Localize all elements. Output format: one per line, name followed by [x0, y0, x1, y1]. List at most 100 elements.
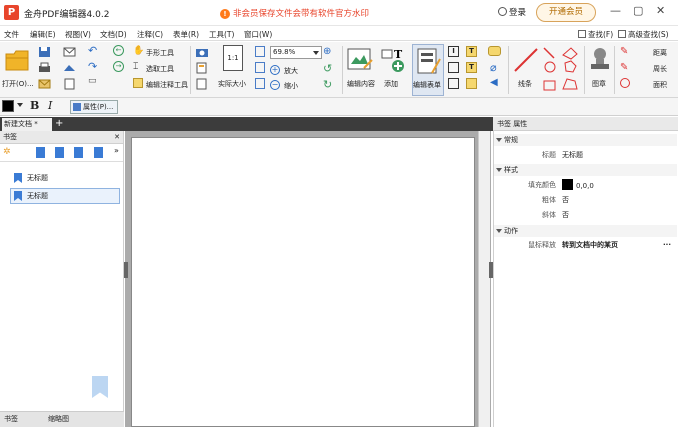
forward-icon[interactable]: →: [113, 61, 124, 72]
add-bookmark-icon[interactable]: [74, 147, 83, 158]
perimeter-button[interactable]: 周长: [653, 64, 667, 74]
distance-button[interactable]: 距离: [653, 48, 667, 58]
prop-mouse-up-row[interactable]: 鼠标释放 转到文档中的某页 ···: [494, 239, 677, 252]
page-layout-icon[interactable]: [195, 62, 209, 74]
area-button[interactable]: 面积: [653, 80, 667, 90]
more-options-button[interactable]: ···: [663, 239, 671, 252]
more-icon[interactable]: »: [114, 146, 119, 155]
menu-form[interactable]: 表单(R): [173, 29, 199, 40]
select-tool-button[interactable]: 选取工具: [146, 64, 174, 74]
maximize-button[interactable]: ▢: [633, 4, 643, 17]
callout-icon[interactable]: [466, 78, 477, 89]
section-action[interactable]: 动作: [494, 225, 677, 237]
actual-size-icon[interactable]: 1:1: [223, 45, 243, 71]
menu-view[interactable]: 视图(V): [65, 29, 91, 40]
shapes-icons[interactable]: [541, 45, 581, 95]
add-tab-button[interactable]: +: [55, 117, 63, 130]
stamp-icon[interactable]: [588, 46, 612, 74]
prop-italic-row[interactable]: 斜体否: [494, 209, 677, 222]
add-icon[interactable]: T: [380, 46, 408, 74]
menu-window[interactable]: 窗口(W): [244, 29, 272, 40]
page-view-icon[interactable]: [195, 78, 209, 90]
new-child-bookmark-icon[interactable]: [55, 147, 64, 158]
add-button[interactable]: 添加: [384, 79, 398, 89]
open-label[interactable]: 打开(O)...: [2, 79, 34, 89]
prop-fill-color-row[interactable]: 填充颜色 0,0,0: [494, 179, 677, 192]
combo-box-icon[interactable]: [448, 78, 459, 89]
edit-content-button[interactable]: 编辑内容: [347, 79, 375, 89]
envelope-icon[interactable]: [63, 46, 77, 58]
open-folder-icon[interactable]: [4, 46, 30, 74]
lines-icon[interactable]: [512, 46, 540, 74]
zoom-out-icon[interactable]: −: [270, 80, 280, 90]
close-window-button[interactable]: ✕: [656, 4, 665, 17]
left-splitter-handle[interactable]: [124, 262, 128, 278]
document-tab[interactable]: 新建文档 *: [2, 118, 52, 131]
note-icon[interactable]: [488, 46, 501, 56]
area-icon[interactable]: [620, 78, 630, 88]
edit-annotation-tool-button[interactable]: 编辑注释工具: [146, 80, 188, 90]
bookmark-item[interactable]: 无标题: [10, 170, 54, 186]
fit-visible-icon[interactable]: [255, 78, 265, 89]
magnifier-icon[interactable]: ⊕: [323, 46, 331, 57]
stamp-button[interactable]: 图章: [592, 79, 606, 89]
back-icon[interactable]: ←: [113, 45, 124, 56]
hand-tool-button[interactable]: 手形工具: [146, 48, 174, 58]
rotate-left-icon[interactable]: ↺: [323, 62, 332, 75]
section-style[interactable]: 样式: [494, 164, 677, 176]
tab-bookmarks[interactable]: 书签: [4, 414, 18, 424]
edit-form-button[interactable]: 编辑表单: [412, 44, 444, 96]
page-nav-icon[interactable]: ▭: [88, 76, 97, 86]
save-icon[interactable]: [38, 46, 52, 58]
new-bookmark-icon[interactable]: [36, 147, 45, 158]
gear-icon[interactable]: ✲: [3, 147, 11, 157]
delete-bookmark-icon[interactable]: [94, 147, 103, 158]
fit-width-icon[interactable]: [255, 62, 265, 73]
actual-size-button[interactable]: 实际大小: [218, 79, 246, 89]
hand-tool-icon[interactable]: ✋: [133, 46, 144, 56]
zoom-in-button[interactable]: 放大: [284, 66, 298, 76]
scan-icon[interactable]: [63, 62, 77, 74]
email-icon[interactable]: [38, 78, 52, 90]
select-tool-icon[interactable]: ⌶: [133, 62, 138, 72]
menu-comment[interactable]: 注释(C): [137, 29, 163, 40]
vertical-scrollbar[interactable]: [478, 131, 490, 427]
edit-content-icon[interactable]: [346, 46, 374, 74]
typewriter-icon[interactable]: T: [466, 46, 477, 57]
tab-thumbnails[interactable]: 缩略图: [48, 414, 69, 424]
italic-button[interactable]: I: [48, 99, 52, 112]
pdf-page[interactable]: [131, 137, 475, 427]
color-picker-button[interactable]: [2, 100, 14, 112]
textbox-icon[interactable]: T: [466, 62, 477, 73]
minimize-button[interactable]: —: [610, 4, 621, 17]
menu-document[interactable]: 文档(D): [100, 29, 127, 40]
advanced-find-link[interactable]: 高级查找(S): [618, 29, 669, 40]
document-icon[interactable]: [63, 78, 77, 90]
properties-button[interactable]: 属性(P)...: [70, 100, 118, 114]
camera-icon[interactable]: [195, 46, 209, 58]
zoom-select[interactable]: 69.8%: [270, 46, 322, 59]
prop-bold-row[interactable]: 粗体否: [494, 194, 677, 207]
perimeter-icon[interactable]: ✎: [620, 62, 628, 73]
fit-page-icon[interactable]: [255, 46, 265, 57]
edit-annotation-icon[interactable]: [133, 78, 143, 88]
lines-button[interactable]: 线条: [518, 79, 532, 89]
login-link[interactable]: 登录: [498, 6, 526, 18]
chevron-down-icon[interactable]: [17, 103, 23, 107]
section-common[interactable]: 常规: [494, 134, 677, 146]
attach-icon[interactable]: ⌀: [490, 61, 497, 74]
close-icon[interactable]: ✕: [114, 131, 120, 144]
list-box-icon[interactable]: [448, 62, 459, 73]
undo-icon[interactable]: ↶: [88, 44, 97, 57]
distance-icon[interactable]: ✎: [620, 46, 628, 57]
vip-button[interactable]: 开通会员: [536, 3, 596, 22]
menu-edit[interactable]: 编辑(E): [30, 29, 56, 40]
text-field-icon[interactable]: I: [448, 46, 459, 57]
rotate-right-icon[interactable]: ↻: [323, 78, 332, 91]
bold-button[interactable]: B: [30, 99, 39, 112]
zoom-in-icon[interactable]: +: [270, 65, 280, 75]
sound-icon[interactable]: ◀: [490, 77, 498, 88]
menu-tools[interactable]: 工具(T): [209, 29, 234, 40]
prop-title-row[interactable]: 标题 无标题: [494, 149, 677, 162]
find-link[interactable]: 查找(F): [578, 29, 613, 40]
